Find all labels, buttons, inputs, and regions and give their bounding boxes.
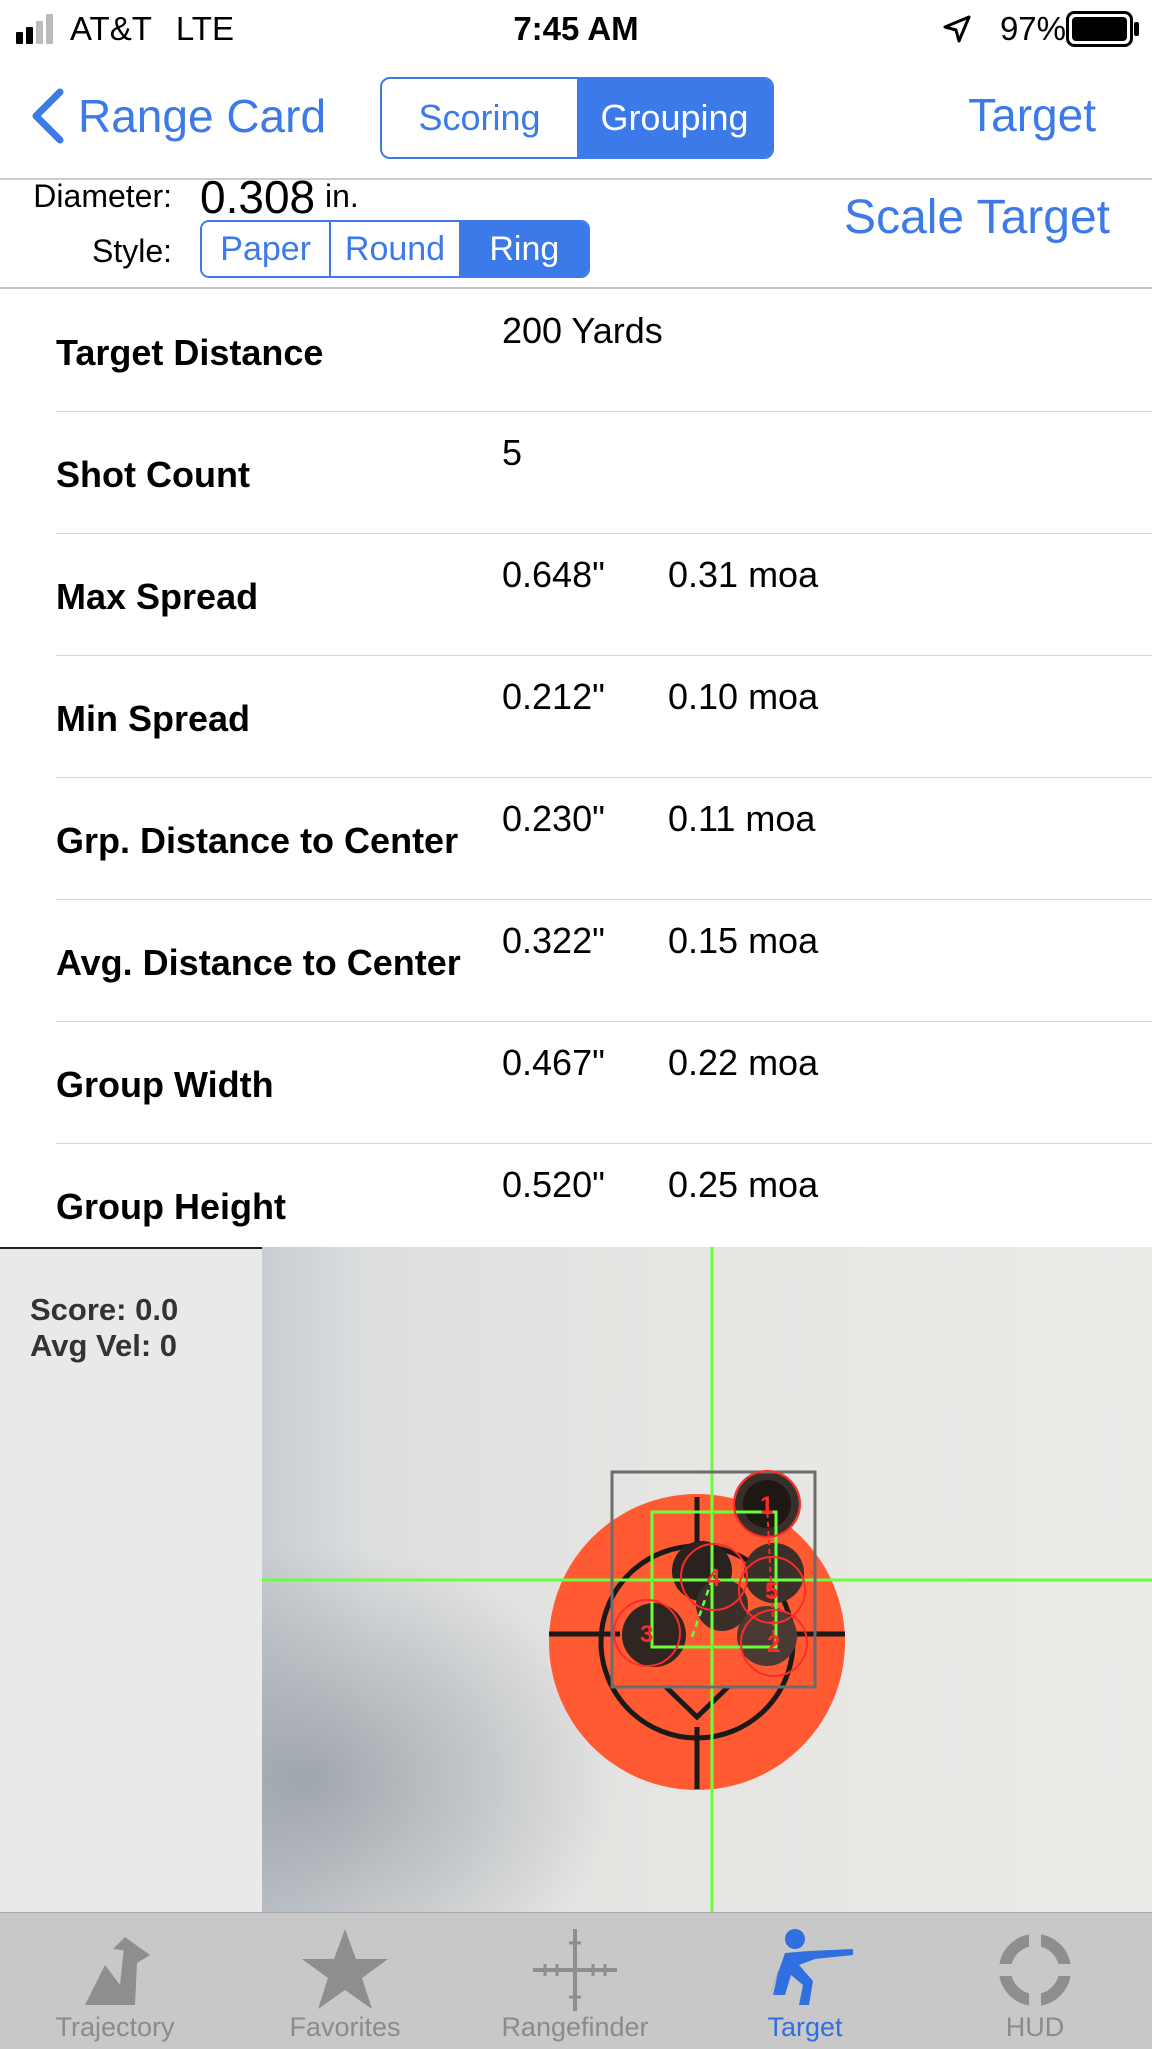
rifleman-icon bbox=[767, 1929, 853, 2005]
stat-row-max-spread: Max Spread 0.648" 0.31 moa bbox=[0, 534, 1152, 656]
style-label: Style: bbox=[91, 233, 172, 269]
chevron-left-icon bbox=[32, 88, 64, 144]
stat-label: Min Spread bbox=[56, 698, 251, 739]
tab-rangefinder[interactable]: Rangefinder bbox=[460, 1913, 690, 2049]
back-label: Range Card bbox=[78, 90, 327, 142]
stat-row-min-spread: Min Spread 0.212" 0.10 moa bbox=[0, 656, 1152, 778]
stat-row-grp-distance: Grp. Distance to Center 0.230" 0.11 moa bbox=[0, 778, 1152, 900]
diameter-unit: in. bbox=[325, 178, 359, 214]
stat-value: 0.467" bbox=[502, 1042, 605, 1083]
target-sticker bbox=[549, 1494, 845, 1790]
tab-label: Rangefinder bbox=[501, 2012, 649, 2042]
stat-value: 0.322" bbox=[502, 920, 605, 961]
diameter-field[interactable]: 0.308 bbox=[200, 170, 315, 224]
stat-moa: 0.11 moa bbox=[668, 798, 816, 839]
crosshair-icon bbox=[533, 1929, 617, 2011]
diameter-label: Diameter: bbox=[33, 178, 172, 214]
location-arrow-icon bbox=[943, 15, 971, 43]
stat-moa: 0.15 moa bbox=[668, 920, 819, 961]
tab-label: HUD bbox=[1005, 2012, 1065, 2042]
style-paper[interactable]: Paper bbox=[202, 222, 332, 276]
tab-bar: Trajectory Favorites Rangefinder Target bbox=[0, 1912, 1152, 2049]
stat-value: 0.230" bbox=[502, 798, 605, 839]
stat-value: 0.648" bbox=[502, 554, 605, 595]
battery-percent: 97% bbox=[999, 10, 1066, 47]
style-ring[interactable]: Ring bbox=[460, 222, 588, 276]
target-canvas[interactable]: 1 2 3 4 5 bbox=[262, 1247, 1152, 1912]
status-bar: AT&T LTE 7:45 AM 97% bbox=[0, 0, 1152, 58]
shot-number-2: 2 bbox=[767, 1631, 780, 1658]
style-round[interactable]: Round bbox=[331, 222, 461, 276]
avg-vel-label: Avg Vel: 0 bbox=[30, 1328, 178, 1363]
stat-label: Group Height bbox=[56, 1186, 286, 1227]
star-icon bbox=[302, 1929, 388, 2009]
stat-label: Grp. Distance to Center bbox=[56, 820, 459, 861]
shot-number-3: 3 bbox=[640, 1621, 653, 1648]
stat-value: 5 bbox=[502, 432, 523, 473]
segment-grouping[interactable]: Grouping bbox=[577, 79, 772, 157]
stat-label: Shot Count bbox=[56, 454, 250, 495]
stat-moa: 0.10 moa bbox=[668, 676, 819, 717]
trajectory-icon bbox=[85, 1937, 150, 2005]
tab-label: Favorites bbox=[289, 2012, 401, 2042]
stat-value: 200 Yards bbox=[502, 310, 663, 351]
shot-number-1: 1 bbox=[760, 1492, 773, 1519]
stat-label: Avg. Distance to Center bbox=[56, 942, 461, 983]
clock: 7:45 AM bbox=[513, 10, 639, 47]
score-label: Score: 0.0 bbox=[30, 1292, 179, 1327]
tab-trajectory[interactable]: Trajectory bbox=[0, 1913, 230, 2049]
stat-row-group-height: Group Height 0.520" 0.25 moa bbox=[0, 1144, 1152, 1247]
stat-moa: 0.31 moa bbox=[668, 554, 819, 595]
tab-hud[interactable]: HUD bbox=[920, 1913, 1150, 2049]
tab-label: Target bbox=[767, 2012, 843, 2042]
stat-row-target-distance[interactable]: Target Distance 200 Yards bbox=[0, 290, 1152, 412]
stat-label: Max Spread bbox=[56, 576, 259, 617]
stat-row-avg-distance: Avg. Distance to Center 0.322" 0.15 moa bbox=[0, 900, 1152, 1022]
tab-label: Trajectory bbox=[55, 2012, 175, 2042]
target-nav-button[interactable]: Target bbox=[968, 88, 1096, 142]
mode-segmented-control[interactable]: Scoring Grouping bbox=[380, 77, 774, 159]
hud-icon bbox=[997, 1931, 1073, 2009]
divider bbox=[0, 287, 1152, 289]
style-segmented-control[interactable]: Paper Round Ring bbox=[200, 220, 590, 278]
stat-label: Group Width bbox=[56, 1064, 274, 1105]
shot-number-5: 5 bbox=[765, 1578, 778, 1605]
shot-number-4: 4 bbox=[707, 1565, 721, 1592]
scale-target-button[interactable]: Scale Target bbox=[844, 190, 1110, 245]
divider bbox=[0, 178, 1152, 180]
stat-moa: 0.25 moa bbox=[668, 1164, 819, 1205]
back-button[interactable]: Range Card bbox=[30, 88, 326, 144]
battery-icon bbox=[1066, 11, 1139, 47]
stat-moa: 0.22 moa bbox=[668, 1042, 819, 1083]
stat-row-group-width: Group Width 0.467" 0.22 moa bbox=[0, 1022, 1152, 1144]
stat-row-shot-count[interactable]: Shot Count 5 bbox=[0, 412, 1152, 534]
target-photo[interactable]: 1 2 3 4 5 bbox=[262, 1247, 1152, 1912]
tab-favorites[interactable]: Favorites bbox=[230, 1913, 460, 2049]
stat-label: Target Distance bbox=[56, 332, 324, 373]
stat-value: 0.520" bbox=[502, 1164, 605, 1205]
segment-scoring[interactable]: Scoring bbox=[382, 79, 577, 157]
divider bbox=[0, 1247, 262, 1249]
tab-target[interactable]: Target bbox=[690, 1913, 920, 2049]
stat-value: 0.212" bbox=[502, 676, 605, 717]
